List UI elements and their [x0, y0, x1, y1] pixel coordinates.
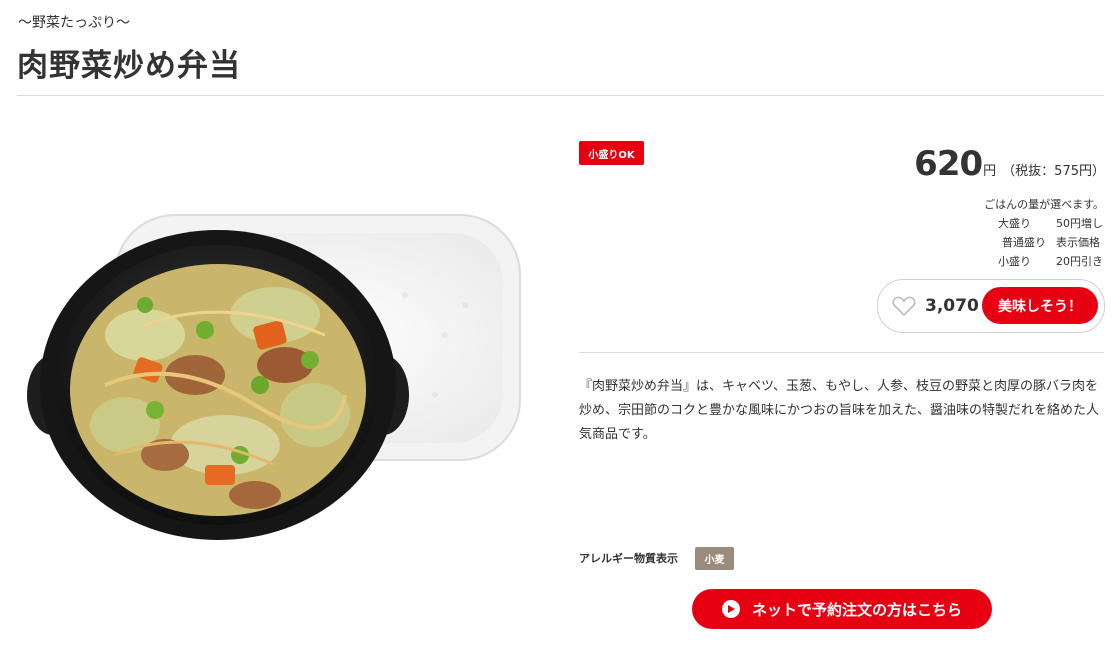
delicious-button[interactable]: 美味しそう！ [982, 287, 1098, 324]
rice-size-note: ごはんの量が選べます。 [984, 198, 1104, 211]
rice-option-small: 小盛り 20円引き [998, 253, 1104, 269]
rice-option-price: 20円引き [1056, 255, 1103, 268]
like-widget: 3,070 美味しそう！ [877, 279, 1105, 333]
product-image [25, 205, 525, 555]
rice-option-size: 普通盛り [1002, 236, 1046, 249]
product-description: 『肉野菜炒め弁当』は、キャベツ、玉葱、もやし、人参、枝豆の野菜と肉厚の豚バラ肉を… [579, 379, 1100, 442]
product-subtitle: 〜野菜たっぷり〜 [18, 15, 130, 31]
price-value: 620 [914, 144, 983, 184]
like-count: 3,070 [925, 296, 979, 316]
price-tax: （税抜：575円） [1002, 164, 1105, 179]
rice-option-price: 表示価格 [1056, 236, 1100, 249]
rice-option-size: 大盛り [998, 217, 1031, 230]
online-order-label: ネットで予約注文の方はこちら [751, 601, 962, 619]
rice-option-size: 小盛り [998, 255, 1031, 268]
title-divider [17, 95, 1104, 96]
rice-option-regular: 普通盛り 表示価格 [998, 234, 1104, 250]
allergen-tag: 小麦 [695, 547, 734, 570]
page-title: 肉野菜炒め弁当 [17, 48, 241, 84]
online-order-button[interactable]: ネットで予約注文の方はこちら [692, 589, 992, 629]
play-circle-icon [721, 600, 740, 618]
price: 620 円 （税抜：575円） [914, 144, 1105, 184]
heart-icon[interactable] [892, 295, 916, 317]
small-portion-badge: 小盛りOK [579, 141, 644, 165]
section-divider [579, 352, 1104, 353]
rice-option-large: 大盛り 50円増し [998, 215, 1104, 231]
rice-option-price: 50円増し [1056, 217, 1103, 230]
allergy-label: アレルギー物質表示 [579, 552, 678, 565]
price-unit: 円 [983, 164, 997, 179]
